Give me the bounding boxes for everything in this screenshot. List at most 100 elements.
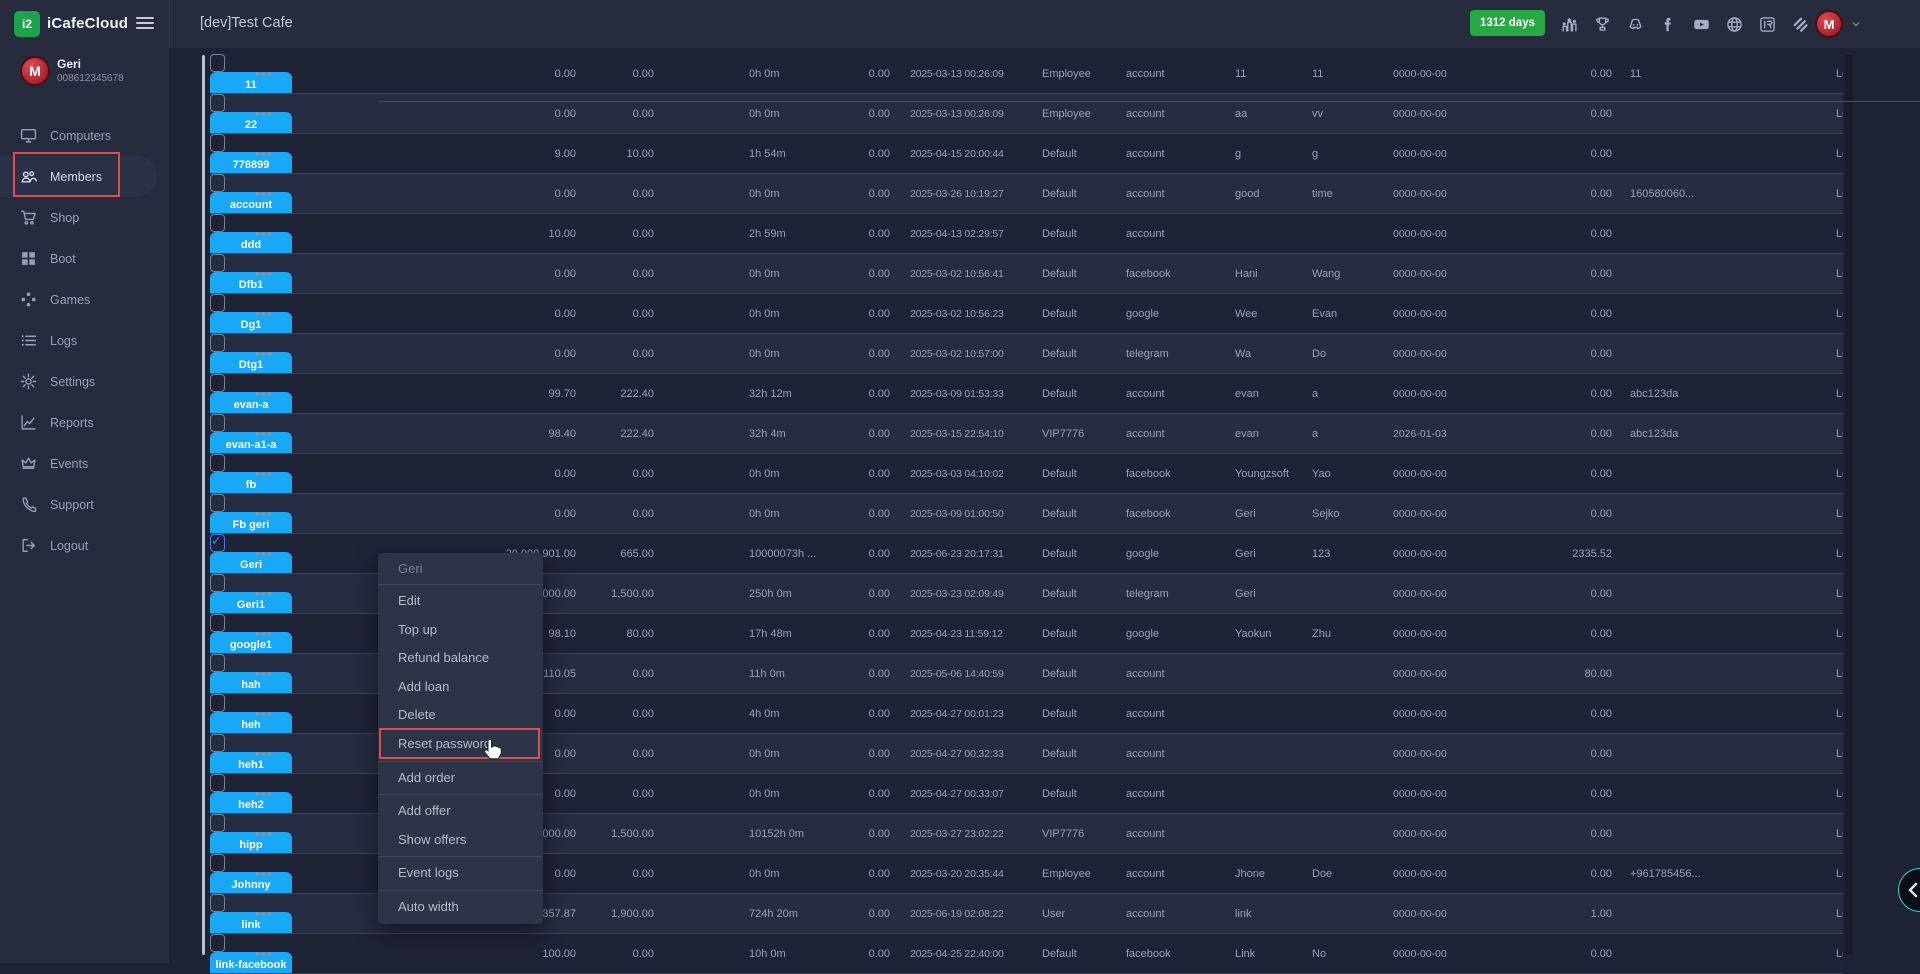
member-row-account[interactable]: accountNo0.000.000h 0m0.002025-03-26 10:… bbox=[210, 174, 1843, 214]
row-checkbox[interactable] bbox=[210, 174, 225, 192]
context-menu-item-add-offer[interactable]: Add offer bbox=[378, 797, 543, 826]
row-checkbox[interactable] bbox=[210, 934, 225, 952]
row-actions-button[interactable] bbox=[256, 814, 282, 854]
context-menu-item-top-up[interactable]: Top up bbox=[378, 616, 543, 645]
context-menu-item-delete[interactable]: Delete bbox=[378, 701, 543, 730]
row-checkbox[interactable] bbox=[210, 94, 225, 112]
row-actions-button[interactable] bbox=[256, 334, 282, 374]
user-avatar[interactable]: M bbox=[1815, 10, 1843, 38]
row-checkbox[interactable] bbox=[210, 894, 225, 912]
row-checkbox[interactable] bbox=[210, 334, 225, 352]
member-row-778899[interactable]: 778899No9.0010.001h 54m0.002025-04-15 20… bbox=[210, 134, 1843, 174]
row-actions-button[interactable] bbox=[256, 414, 282, 454]
row-actions-button[interactable] bbox=[256, 894, 282, 934]
member-row-fb[interactable]: fbNo0.000.000h 0m0.002025-03-03 04:10:02… bbox=[210, 454, 1843, 494]
member-row-evan-a1-a[interactable]: evan-a1-aNo98.40222.4032h 4m0.002025-03-… bbox=[210, 414, 1843, 454]
row-checkbox[interactable] bbox=[210, 654, 225, 672]
row-actions-button[interactable] bbox=[256, 254, 282, 294]
first-name-cell: Youngzsoft bbox=[1235, 454, 1310, 494]
context-menu-item-refund-balance[interactable]: Refund balance bbox=[378, 644, 543, 673]
row-actions-button[interactable] bbox=[256, 134, 282, 174]
row-actions-button[interactable] bbox=[256, 614, 282, 654]
sidebar-item-members[interactable]: Members bbox=[0, 156, 157, 197]
row-checkbox[interactable] bbox=[210, 374, 225, 392]
table-scrollbar-vertical[interactable] bbox=[202, 55, 205, 955]
sidebar-item-shop[interactable]: Shop bbox=[0, 197, 169, 238]
row-checkbox[interactable] bbox=[210, 414, 225, 432]
row-actions-button[interactable] bbox=[256, 374, 282, 414]
sidebar-item-settings[interactable]: Settings bbox=[0, 361, 169, 402]
sidebar-item-support[interactable]: Support bbox=[0, 484, 169, 525]
row-checkbox[interactable] bbox=[210, 254, 225, 272]
locker-cell: Loc bbox=[1836, 374, 1843, 414]
trophy-icon[interactable] bbox=[1591, 13, 1613, 35]
member-row-22[interactable]: 22No0.000.000h 0m0.002025-03-13 00:26:09… bbox=[210, 94, 1843, 134]
row-actions-button[interactable] bbox=[256, 494, 282, 534]
row-actions-button[interactable] bbox=[256, 934, 282, 974]
sidebar-item-boot[interactable]: Boot bbox=[0, 238, 169, 279]
row-checkbox[interactable] bbox=[210, 854, 225, 872]
row-actions-button[interactable] bbox=[256, 94, 282, 134]
member-row-link-facebook[interactable]: link-facebookNo100.000.0010h 0m0.002025-… bbox=[210, 934, 1843, 974]
license-days-badge[interactable]: 1312 days bbox=[1470, 10, 1545, 36]
member-row-Fb geri[interactable]: Fb geriNo0.000.000h 0m0.002025-03-09 01:… bbox=[210, 494, 1843, 534]
context-menu-item-add-loan[interactable]: Add loan bbox=[378, 673, 543, 702]
member-row-Dg1[interactable]: Dg1No0.000.000h 0m0.002025-03-02 10:56:2… bbox=[210, 294, 1843, 334]
table-scrollbar-track-right[interactable] bbox=[1845, 55, 1853, 955]
sidebar-user-block[interactable]: M Geri 008612345678 bbox=[0, 48, 169, 106]
member-row-Dtg1[interactable]: Dtg1No0.000.000h 0m0.002025-03-02 10:57:… bbox=[210, 334, 1843, 374]
context-menu-item-show-offers[interactable]: Show offers bbox=[378, 826, 543, 855]
member-row-evan-a[interactable]: evan-aNo99.70222.4032h 12m0.002025-03-09… bbox=[210, 374, 1843, 414]
row-checkbox[interactable] bbox=[210, 614, 225, 632]
row-checkbox[interactable] bbox=[210, 134, 225, 152]
row-actions-button[interactable] bbox=[256, 654, 282, 694]
row-actions-button[interactable] bbox=[256, 174, 282, 214]
row-checkbox-checked[interactable] bbox=[210, 534, 225, 552]
podium-icon[interactable] bbox=[1558, 13, 1580, 35]
context-menu-item-reset-password[interactable]: Reset password bbox=[378, 730, 543, 759]
first-name-cell: Yaokun bbox=[1235, 614, 1310, 654]
icafe-badge-icon[interactable] bbox=[1756, 13, 1778, 35]
context-menu-item-event-logs[interactable]: Event logs bbox=[378, 859, 543, 888]
context-menu-item-edit[interactable]: Edit bbox=[378, 587, 543, 616]
row-actions-button[interactable] bbox=[256, 774, 282, 814]
row-checkbox[interactable] bbox=[210, 694, 225, 712]
row-checkbox[interactable] bbox=[210, 574, 225, 592]
group-cell: Default bbox=[1042, 614, 1122, 654]
menu-toggle-icon[interactable] bbox=[136, 14, 154, 32]
row-checkbox[interactable] bbox=[210, 814, 225, 832]
row-checkbox[interactable] bbox=[210, 494, 225, 512]
row-actions-button[interactable] bbox=[256, 294, 282, 334]
row-actions-button[interactable] bbox=[256, 54, 282, 94]
facebook-icon[interactable] bbox=[1657, 13, 1679, 35]
discord-icon[interactable] bbox=[1624, 13, 1646, 35]
row-checkbox[interactable] bbox=[210, 454, 225, 472]
row-actions-button[interactable] bbox=[256, 734, 282, 774]
context-menu-item-auto-width[interactable]: Auto width bbox=[378, 893, 543, 922]
row-actions-button[interactable] bbox=[256, 854, 282, 894]
sidebar-item-events[interactable]: Events bbox=[0, 443, 169, 484]
row-checkbox[interactable] bbox=[210, 54, 225, 72]
row-actions-button[interactable] bbox=[256, 574, 282, 614]
row-checkbox[interactable] bbox=[210, 214, 225, 232]
layers-icon[interactable] bbox=[1789, 13, 1811, 35]
sidebar-item-games[interactable]: Games bbox=[0, 279, 169, 320]
row-actions-button[interactable] bbox=[256, 694, 282, 734]
row-actions-button[interactable] bbox=[256, 534, 282, 574]
row-checkbox[interactable] bbox=[210, 734, 225, 752]
member-row-11[interactable]: 11No0.000.000h 0m0.002025-03-13 00:26:09… bbox=[210, 54, 1843, 94]
member-row-ddd[interactable]: dddNo10.000.0012h 59m0.002025-04-13 02:2… bbox=[210, 214, 1843, 254]
row-actions-button[interactable] bbox=[256, 454, 282, 494]
row-checkbox[interactable] bbox=[210, 774, 225, 792]
globe-icon[interactable] bbox=[1723, 13, 1745, 35]
context-menu-item-add-order[interactable]: Add order bbox=[378, 764, 543, 793]
sidebar-item-computers[interactable]: Computers bbox=[0, 115, 169, 156]
youtube-icon[interactable] bbox=[1690, 13, 1712, 35]
sidebar-item-logout[interactable]: Logout bbox=[0, 525, 169, 566]
row-actions-button[interactable] bbox=[256, 214, 282, 254]
member-row-Dfb1[interactable]: Dfb1No0.000.000h 0m0.002025-03-02 10:56:… bbox=[210, 254, 1843, 294]
sidebar-item-logs[interactable]: Logs bbox=[0, 320, 169, 361]
row-checkbox[interactable] bbox=[210, 294, 225, 312]
sidebar-item-reports[interactable]: Reports bbox=[0, 402, 169, 443]
chevron-down-icon[interactable] bbox=[1850, 18, 1862, 30]
